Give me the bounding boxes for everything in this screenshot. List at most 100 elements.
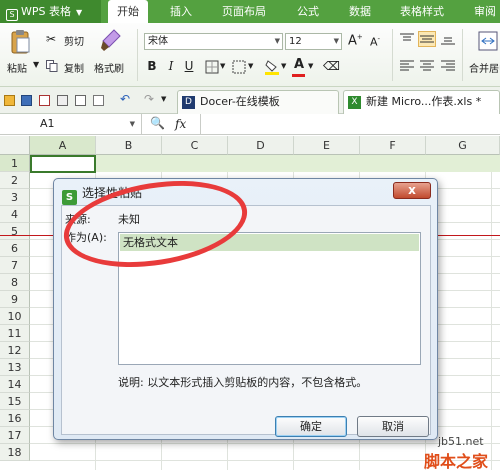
column-header[interactable]: B: [96, 136, 162, 155]
decrease-font-icon[interactable]: A-: [370, 35, 380, 49]
brush-icon: [100, 29, 122, 53]
row-header[interactable]: 13: [0, 359, 30, 376]
row-header[interactable]: 10: [0, 308, 30, 325]
font-size-select[interactable]: 12 ▼: [285, 33, 342, 50]
spreadsheet-icon: X: [348, 96, 361, 109]
clear-format-icon[interactable]: ⌫: [323, 59, 340, 73]
underline-button[interactable]: U: [182, 59, 196, 73]
fill-color-icon[interactable]: [265, 59, 279, 75]
row-header[interactable]: 18: [0, 444, 30, 461]
ribbon-separator: [462, 29, 463, 81]
italic-button[interactable]: I: [164, 59, 178, 73]
tab-page-layout[interactable]: 页面布局: [222, 0, 266, 23]
tab-table-style[interactable]: 表格样式: [400, 0, 444, 23]
chevron-down-icon[interactable]: ▼: [220, 62, 225, 70]
paste-icon[interactable]: [9, 29, 31, 55]
paste-dropdown-icon[interactable]: ▼: [33, 60, 39, 69]
tab-formulas[interactable]: 公式: [297, 0, 319, 23]
align-middle-icon[interactable]: [418, 31, 436, 47]
chevron-down-icon[interactable]: ▼: [161, 95, 166, 103]
formula-input[interactable]: [200, 114, 500, 134]
chevron-down-icon: ▼: [76, 8, 83, 17]
copy-button[interactable]: 复制: [64, 60, 84, 75]
row-header[interactable]: 11: [0, 325, 30, 342]
menu-bar: S WPS 表格 ▼ 开始 插入 页面布局 公式 数据 表格样式 审阅: [0, 0, 500, 24]
document-icon[interactable]: [93, 95, 104, 106]
tab-docer-templates[interactable]: D Docer-在线模板: [177, 90, 339, 114]
docer-logo-icon: D: [182, 96, 195, 109]
tab-data[interactable]: 数据: [349, 0, 371, 23]
paste-button[interactable]: 粘贴: [7, 60, 27, 75]
row-header[interactable]: 5: [0, 223, 30, 240]
row-header[interactable]: 6: [0, 240, 30, 257]
row-header[interactable]: 17: [0, 427, 30, 444]
row-header[interactable]: 8: [0, 274, 30, 291]
select-all-corner[interactable]: [0, 136, 30, 155]
align-top-icon[interactable]: [400, 33, 414, 45]
row-header[interactable]: 1: [0, 155, 30, 172]
tab-review[interactable]: 审阅: [474, 0, 496, 23]
merge-center-button[interactable]: 合并居中: [469, 60, 500, 75]
chevron-down-icon: ▼: [333, 37, 339, 45]
chevron-down-icon[interactable]: ▼: [248, 62, 253, 70]
merge-cells-icon[interactable]: [478, 31, 498, 51]
cut-button[interactable]: 剪切: [64, 33, 84, 48]
font-color-icon[interactable]: A: [294, 57, 304, 72]
column-header[interactable]: A: [30, 136, 96, 155]
align-right-icon[interactable]: [441, 60, 455, 72]
zoom-formula-icon[interactable]: 🔍: [150, 116, 165, 130]
tab-home[interactable]: 开始: [108, 0, 148, 24]
row-header[interactable]: 12: [0, 342, 30, 359]
wps-logo-icon: S: [6, 9, 18, 21]
row-header[interactable]: 15: [0, 393, 30, 410]
undo-icon[interactable]: ↶: [120, 92, 130, 106]
column-header[interactable]: F: [360, 136, 426, 155]
ribbon: 粘贴 ▼ ✂ 剪切 复制 格式刷 宋体 ▼ 12 ▼ A+ A- B I U ▼ ▼…: [0, 23, 500, 87]
watermark-brand: 脚本之家: [424, 452, 489, 471]
format-painter-button[interactable]: 格式刷: [94, 60, 124, 75]
column-header[interactable]: G: [426, 136, 500, 155]
font-name-select[interactable]: 宋体 ▼: [144, 33, 283, 50]
insert-function-button[interactable]: fx: [175, 117, 186, 131]
borders-icon[interactable]: [205, 60, 219, 74]
column-header[interactable]: E: [294, 136, 360, 155]
cancel-button[interactable]: 取消: [357, 416, 429, 437]
quick-access-bar: ↶ ↷ ▼ D Docer-在线模板 X 新建 Micro...作表.xls *: [0, 87, 500, 114]
row-header[interactable]: 2: [0, 172, 30, 189]
column-header[interactable]: C: [162, 136, 228, 155]
save-icon[interactable]: [21, 95, 32, 106]
tab-workbook[interactable]: X 新建 Micro...作表.xls *: [343, 90, 500, 114]
cell-format-icon[interactable]: [232, 60, 246, 74]
row-header[interactable]: 9: [0, 291, 30, 308]
row-header[interactable]: 14: [0, 376, 30, 393]
formula-bar: A1 ▼ 🔍 fx: [0, 114, 500, 135]
app-menu-button[interactable]: S WPS 表格 ▼: [0, 0, 101, 23]
watermark-url: jb51.net: [438, 435, 484, 448]
open-folder-icon[interactable]: [4, 95, 15, 106]
redo-icon[interactable]: ↷: [144, 92, 154, 106]
increase-font-icon[interactable]: A+: [348, 33, 363, 48]
row-header[interactable]: 3: [0, 189, 30, 206]
selected-row-highlight: [30, 155, 500, 172]
cell-reference: A1: [40, 117, 55, 130]
row-header[interactable]: 4: [0, 206, 30, 223]
active-cell[interactable]: [30, 155, 96, 173]
chevron-down-icon[interactable]: ▼: [308, 62, 313, 70]
align-left-icon[interactable]: [400, 60, 414, 72]
print-preview-icon[interactable]: [75, 95, 86, 106]
row-header[interactable]: 7: [0, 257, 30, 274]
close-button[interactable]: x: [393, 182, 431, 199]
row-header[interactable]: 16: [0, 410, 30, 427]
doc-tab-label: Docer-在线模板: [200, 95, 280, 108]
bold-button[interactable]: B: [145, 59, 159, 73]
export-pdf-icon[interactable]: [39, 95, 50, 106]
tab-insert[interactable]: 插入: [170, 0, 192, 23]
align-bottom-icon[interactable]: [441, 33, 455, 45]
align-center-icon[interactable]: [420, 60, 434, 72]
ok-button[interactable]: 确定: [275, 416, 347, 437]
name-box[interactable]: A1 ▼: [0, 114, 142, 134]
column-header[interactable]: D: [228, 136, 294, 155]
ribbon-separator: [137, 29, 138, 81]
print-icon[interactable]: [57, 95, 68, 106]
chevron-down-icon[interactable]: ▼: [281, 62, 286, 70]
